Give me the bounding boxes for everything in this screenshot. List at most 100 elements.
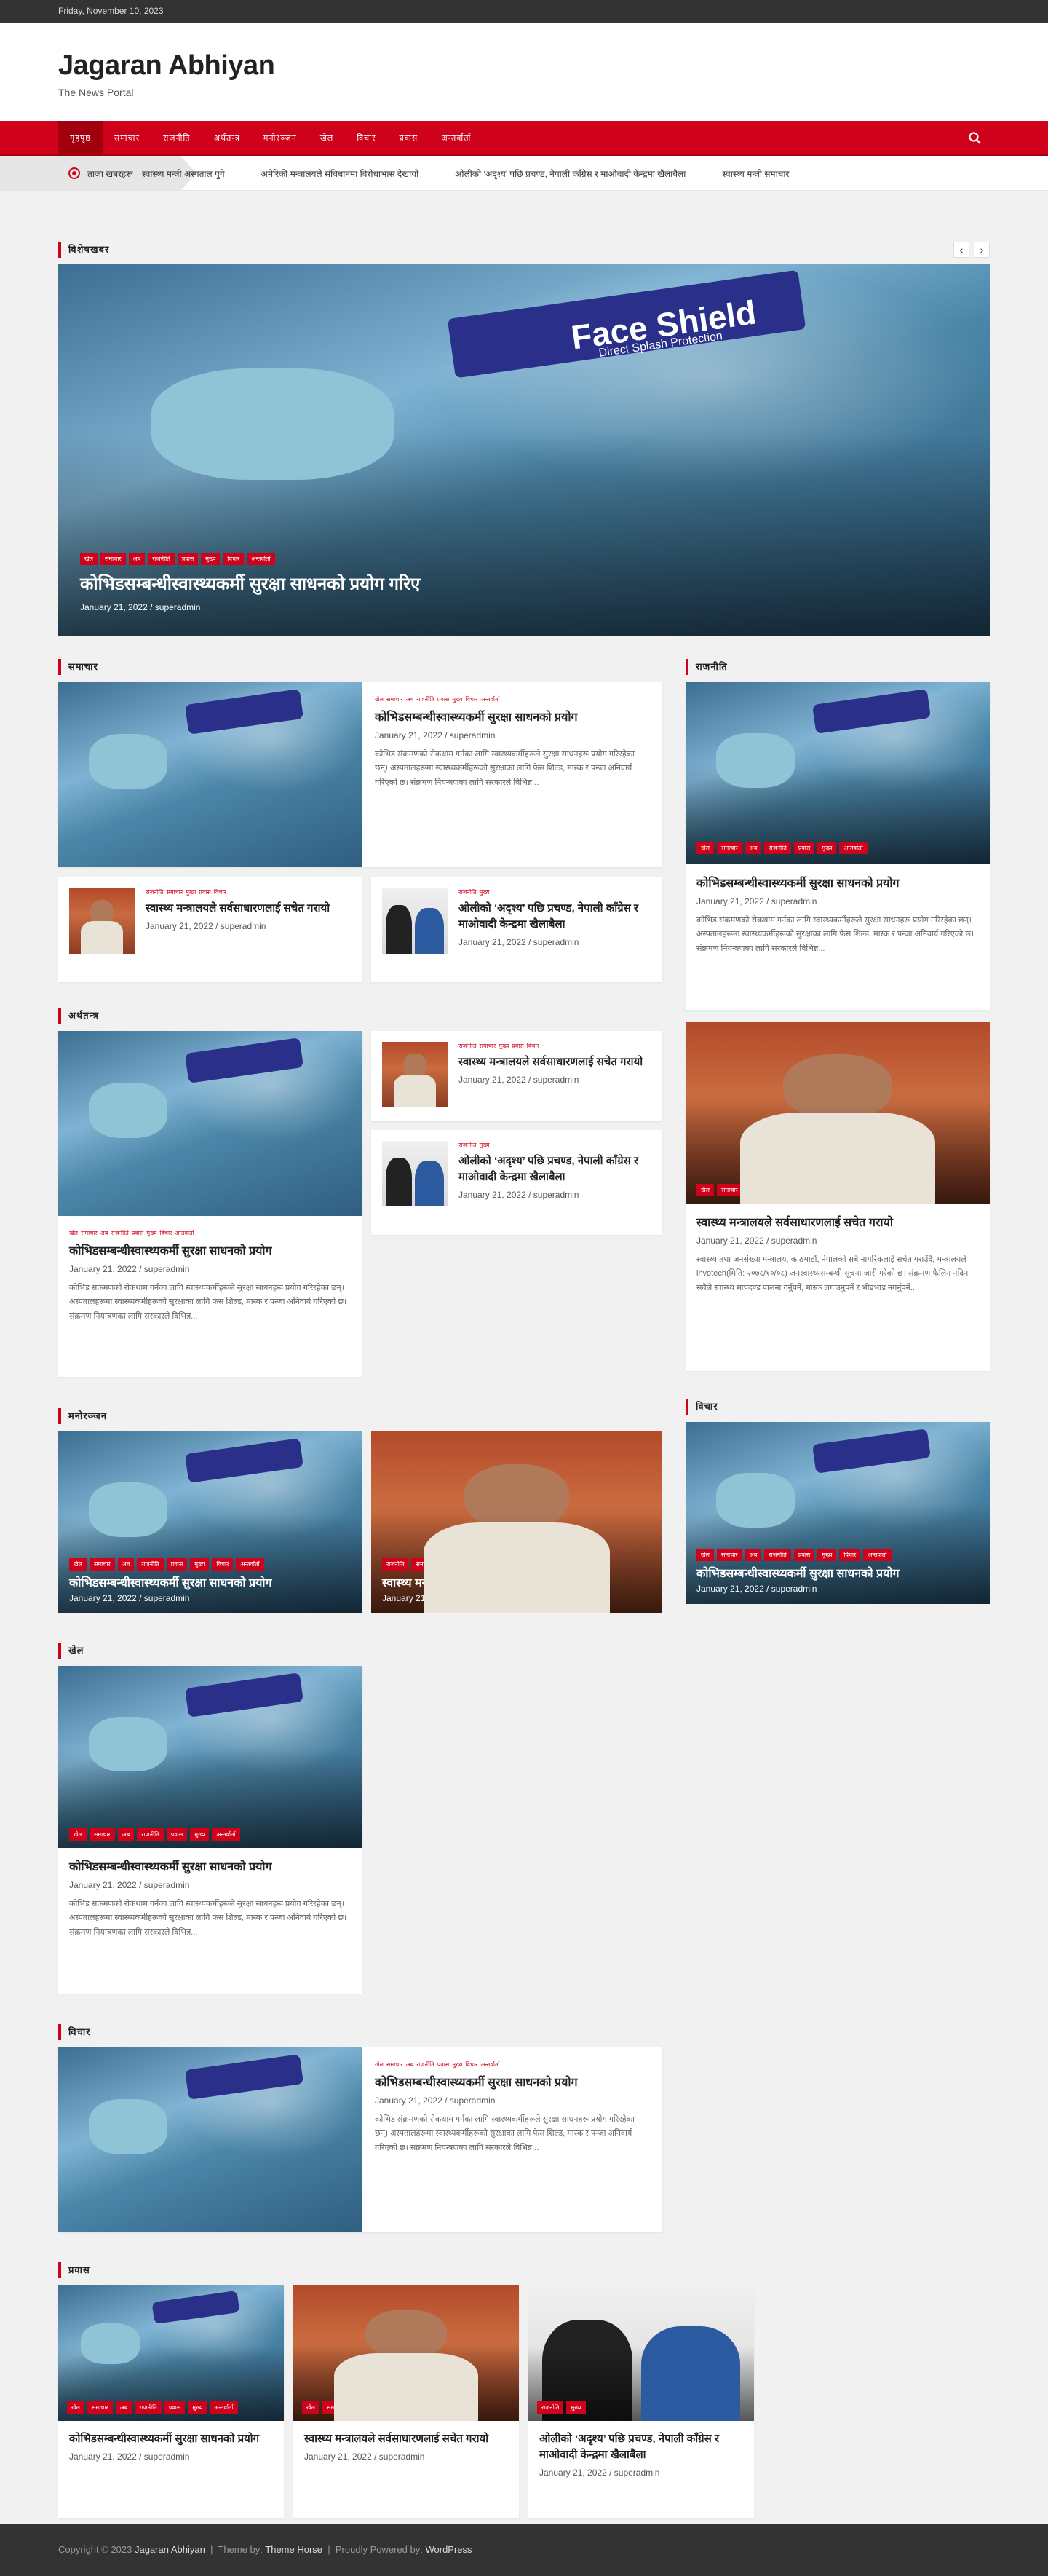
category-tag[interactable]: खेल: [696, 1548, 714, 1561]
news-title[interactable]: स्वास्थ्य मन्त्रालयले सर्वसाधारणलाई सचेत…: [458, 1054, 651, 1070]
category-tag[interactable]: अब: [100, 1229, 108, 1237]
category-tag[interactable]: अन्तर्वार्ता: [863, 1548, 892, 1561]
post-author[interactable]: superadmin: [457, 1593, 503, 1603]
post-author[interactable]: superadmin: [450, 2095, 496, 2106]
post-date[interactable]: January 21, 2022: [69, 2451, 137, 2462]
category-tag[interactable]: मुख्य: [479, 888, 489, 896]
category-tag[interactable]: अन्तर्वार्ता: [485, 1557, 514, 1571]
category-tag[interactable]: समाचार: [166, 888, 183, 896]
category-tag[interactable]: अब: [406, 695, 414, 703]
news-image[interactable]: राजनीति मुख्य: [528, 2285, 754, 2421]
category-tag[interactable]: अन्तर्वार्ता: [396, 2401, 424, 2414]
news-image-card[interactable]: खेल समाचार अब राजनीति प्रवास मुख्य विचार अन्तर्…: [686, 1422, 990, 1604]
category-tag[interactable]: मुख्य: [146, 1229, 156, 1237]
category-tag[interactable]: प्रवास: [437, 695, 449, 703]
category-tag[interactable]: अब: [745, 1548, 762, 1561]
news-title[interactable]: कोभिडसम्बन्धीस्वास्थ्यकर्मी सुरक्षा साधन…: [69, 1859, 353, 1876]
category-tag[interactable]: समाचार: [386, 695, 403, 703]
ticker-item[interactable]: स्वास्थ्य मन्त्री समाचार: [722, 167, 789, 180]
category-tag[interactable]: प्रवास: [512, 1042, 523, 1050]
category-tag[interactable]: खेल: [696, 1184, 714, 1196]
category-tag[interactable]: राजनीति: [537, 2401, 564, 2414]
category-tag[interactable]: राजनीति: [458, 888, 476, 896]
category-tag[interactable]: समाचार: [411, 1557, 437, 1571]
category-tag[interactable]: प्रवास: [766, 1184, 788, 1196]
category-tag[interactable]: अन्तर्वार्ता: [839, 842, 868, 854]
news-title[interactable]: स्वास्थ्य मन्त्रालयले सर्वसाधारणलाई सचेत…: [304, 2431, 508, 2447]
category-tag[interactable]: प्रवास: [166, 1557, 188, 1571]
category-tag[interactable]: मुख्य: [452, 2061, 462, 2069]
category-tag[interactable]: अन्तर्वार्ता: [480, 695, 499, 703]
category-tag[interactable]: राजनीति: [111, 1229, 128, 1237]
news-image[interactable]: [58, 1031, 362, 1216]
post-author[interactable]: superadmin: [221, 921, 266, 931]
post-author[interactable]: superadmin: [144, 1880, 190, 1890]
news-image[interactable]: [58, 2047, 362, 2232]
featured-slide-image[interactable]: Face Shield Direct Splash Protection खेल…: [58, 264, 990, 636]
news-title[interactable]: कोभिडसम्बन्धीस्वास्थ्यकर्मी सुरक्षा साधन…: [69, 1575, 353, 1592]
category-tag[interactable]: समाचार: [716, 1184, 742, 1196]
post-date[interactable]: January 21, 2022: [382, 1593, 450, 1603]
nav-item[interactable]: गृहपृष्ठ: [58, 121, 103, 156]
footer-site-link[interactable]: Jagaran Abhiyan: [135, 2544, 205, 2555]
category-tag[interactable]: प्रवास: [461, 1557, 483, 1571]
category-tag[interactable]: मुख्य: [186, 888, 196, 896]
post-date[interactable]: January 21, 2022: [80, 602, 148, 612]
post-date[interactable]: January 21, 2022: [458, 937, 526, 947]
nav-item[interactable]: खेल: [309, 121, 345, 156]
category-tag[interactable]: समाचार: [89, 1828, 115, 1841]
category-tag[interactable]: समाचार: [100, 553, 126, 566]
category-tag[interactable]: मुख्य: [452, 695, 462, 703]
category-tag[interactable]: मुख्य: [479, 1141, 489, 1149]
news-title[interactable]: कोभिडसम्बन्धीस्वास्थ्यकर्मी सुरक्षा साधन…: [375, 2074, 648, 2091]
post-author[interactable]: superadmin: [771, 896, 817, 906]
news-image[interactable]: खेल समाचार अब राजनीति प्रवास मुख्य अन्तर्वार्त…: [58, 1666, 362, 1848]
ticker-item[interactable]: अमेरिकी मन्त्रालयले संविधानमा विरोधाभास …: [261, 167, 419, 180]
news-image[interactable]: खेल समाचार मुख्य प्रवास अन्तर्वार्ता: [686, 1022, 990, 1204]
news-title[interactable]: ओलीको ‘अदृश्य’ पछि प्रचण्ड, नेपाली काँग्…: [458, 901, 651, 933]
ticker-item[interactable]: ओलीको ‘अदृश्य’ पछि प्रचण्ड, नेपाली काँग्…: [455, 167, 686, 180]
category-tag[interactable]: अन्तर्वार्ता: [210, 2401, 238, 2414]
category-tag[interactable]: विचार: [465, 695, 477, 703]
news-thumbnail[interactable]: [382, 1042, 448, 1107]
category-tag[interactable]: मुख्य: [201, 553, 221, 566]
category-tag[interactable]: मुख्य: [190, 1557, 210, 1571]
category-tag[interactable]: मुख्य: [817, 1548, 837, 1561]
category-tag[interactable]: विचार: [212, 1557, 234, 1571]
nav-item[interactable]: अर्थतन्त्र: [202, 121, 252, 156]
news-title[interactable]: कोभिडसम्बन्धीस्वास्थ्यकर्मी सुरक्षा साधन…: [375, 709, 648, 726]
category-tag[interactable]: खेल: [375, 695, 384, 703]
ticker-item[interactable]: स्वास्थ्य मन्त्री अस्पताल पुगे: [142, 167, 225, 180]
news-title[interactable]: कोभिडसम्बन्धीस्वास्थ्यकर्मी सुरक्षा साधन…: [69, 1243, 353, 1260]
post-author[interactable]: superadmin: [144, 1593, 190, 1603]
news-title[interactable]: कोभिडसम्बन्धीस्वास्थ्यकर्मी सुरक्षा साधन…: [69, 2431, 273, 2447]
category-tag[interactable]: खेल: [69, 1828, 87, 1841]
category-tag[interactable]: अन्तर्वार्ता: [175, 1229, 194, 1237]
category-tag[interactable]: विचार: [527, 1042, 539, 1050]
category-tag[interactable]: समाचार: [89, 1557, 115, 1571]
category-tag[interactable]: प्रवास: [132, 1229, 143, 1237]
post-date[interactable]: January 21, 2022: [69, 1264, 137, 1274]
post-date[interactable]: January 21, 2022: [458, 1190, 526, 1200]
category-tag[interactable]: समाचार: [479, 1042, 496, 1050]
category-tag[interactable]: अन्तर्वार्ता: [480, 2061, 499, 2069]
category-tag[interactable]: समाचार: [322, 2401, 348, 2414]
category-tag[interactable]: विचार: [465, 2061, 477, 2069]
post-author[interactable]: superadmin: [379, 2451, 425, 2462]
category-tag[interactable]: विचार: [839, 1548, 861, 1561]
post-date[interactable]: January 21, 2022: [69, 1880, 137, 1890]
post-date[interactable]: January 21, 2022: [696, 1584, 764, 1594]
category-tag[interactable]: अब: [117, 1828, 135, 1841]
category-tag[interactable]: समाचार: [81, 1229, 98, 1237]
post-date[interactable]: January 21, 2022: [696, 896, 764, 906]
post-author[interactable]: superadmin: [144, 1264, 190, 1274]
post-date[interactable]: January 21, 2022: [69, 1593, 137, 1603]
category-tag[interactable]: खेल: [375, 2061, 384, 2069]
category-tag[interactable]: अब: [115, 2401, 132, 2414]
footer-theme-link[interactable]: Theme Horse: [265, 2544, 322, 2555]
post-date[interactable]: January 21, 2022: [696, 1236, 764, 1246]
post-date[interactable]: January 21, 2022: [375, 2095, 442, 2106]
category-tag[interactable]: समाचार: [716, 1548, 742, 1561]
category-tag[interactable]: समाचार: [87, 2401, 113, 2414]
category-tag[interactable]: राजनीति: [764, 1548, 791, 1561]
